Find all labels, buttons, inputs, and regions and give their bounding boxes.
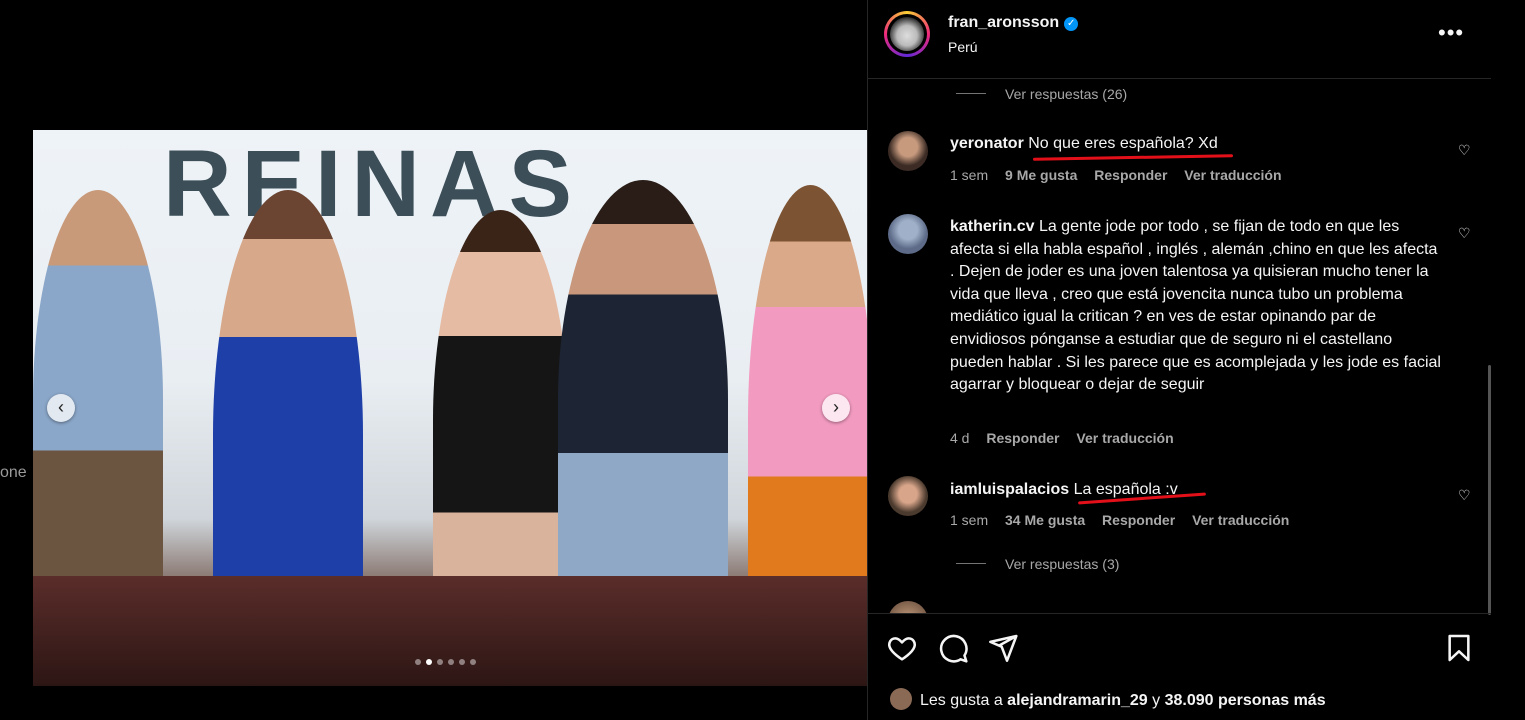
comment-likes[interactable]: 34 Me gusta <box>1005 512 1085 528</box>
view-replies-button[interactable]: Ver respuestas (26) <box>1005 86 1127 102</box>
comment-username[interactable]: yeronator <box>950 135 1024 152</box>
post-header: fran_aronsson ✓ Perú ••• <box>868 0 1491 79</box>
comment-text-row: katherin.cv La gente jode por todo , se … <box>950 216 1445 397</box>
carousel-dot[interactable] <box>459 659 465 665</box>
translate-button[interactable]: Ver traducción <box>1076 430 1173 446</box>
replies-divider <box>956 93 986 94</box>
post-panel: fran_aronsson ✓ Perú ••• Ver respuestas (… <box>867 0 1491 720</box>
author-avatar[interactable] <box>884 11 930 57</box>
comment-time[interactable]: 1 sem <box>950 512 988 528</box>
reply-button[interactable]: Responder <box>986 430 1059 446</box>
comment-likes[interactable]: 9 Me gusta <box>1005 167 1077 183</box>
post-actions-bar <box>868 613 1491 682</box>
comments-list[interactable]: Ver respuestas (26) yeronator No que ere… <box>868 79 1491 613</box>
comment-username[interactable]: katherin.cv <box>950 218 1034 235</box>
verified-badge-icon: ✓ <box>1064 17 1079 31</box>
comment-text: La gente jode por todo , se fijan de tod… <box>950 218 1441 394</box>
photo-person-4 <box>558 180 728 620</box>
carousel-dot[interactable] <box>437 659 443 665</box>
comment-like-heart-icon[interactable]: ♡ <box>1458 225 1471 242</box>
liker-username[interactable]: alejandramarin_29 <box>1007 692 1148 709</box>
comment-meta: 1 sem 9 Me gusta Responder Ver traducció… <box>950 167 1295 183</box>
comment-username[interactable]: iamluispalacios <box>950 481 1069 498</box>
comment-avatar[interactable] <box>888 214 928 254</box>
liker-avatar[interactable] <box>890 688 912 710</box>
carousel-dot[interactable] <box>426 659 432 665</box>
view-replies-button[interactable]: Ver respuestas (3) <box>1005 556 1119 572</box>
send-icon[interactable] <box>987 632 1019 664</box>
carousel-dot[interactable] <box>470 659 476 665</box>
comment-like-heart-icon[interactable]: ♡ <box>1458 142 1471 159</box>
comments-scrollbar[interactable] <box>1488 365 1491 615</box>
bookmark-icon[interactable] <box>1443 632 1475 664</box>
carousel-dot[interactable] <box>415 659 421 665</box>
backdrop-edge-text: one <box>0 464 27 481</box>
comment-avatar[interactable] <box>888 131 928 171</box>
comment-avatar[interactable] <box>888 476 928 516</box>
comment-icon[interactable] <box>937 632 969 664</box>
photo-floor <box>33 576 867 686</box>
carousel-dots <box>415 659 476 665</box>
comment-meta: 4 d Responder Ver traducción <box>950 430 1187 446</box>
likes-summary: Les gusta a alejandramarin_29 y 38.090 p… <box>890 688 1326 710</box>
author-username[interactable]: fran_aronsson <box>948 14 1059 31</box>
likes-prefix: Les gusta a <box>920 692 1008 709</box>
carousel-prev-button[interactable]: ‹ <box>47 394 75 422</box>
partial-comment-row <box>888 601 1488 613</box>
likes-middle: y <box>1147 692 1165 709</box>
author-username-row[interactable]: fran_aronsson ✓ <box>948 14 1079 32</box>
comment-text: No que eres española? Xd <box>1028 135 1218 152</box>
photo-person-3 <box>433 210 568 630</box>
replies-divider <box>956 563 986 564</box>
comment-text-row: yeronator No que eres española? Xd <box>950 133 1360 156</box>
post-location[interactable]: Perú <box>948 39 978 55</box>
carousel-next-button[interactable]: › <box>822 394 850 422</box>
comment-time[interactable]: 1 sem <box>950 167 988 183</box>
post-photo[interactable]: REINAS <box>33 130 867 686</box>
reply-button[interactable]: Responder <box>1102 512 1175 528</box>
comment-avatar[interactable] <box>888 601 928 613</box>
likes-count[interactable]: 38.090 personas más <box>1165 692 1326 709</box>
comment-meta: 1 sem 34 Me gusta Responder Ver traducci… <box>950 512 1302 528</box>
more-options-icon[interactable]: ••• <box>1438 20 1464 46</box>
comment-like-heart-icon[interactable]: ♡ <box>1458 487 1471 504</box>
carousel-dot[interactable] <box>448 659 454 665</box>
heart-icon[interactable] <box>886 632 918 664</box>
translate-button[interactable]: Ver traducción <box>1192 512 1289 528</box>
translate-button[interactable]: Ver traducción <box>1184 167 1281 183</box>
reply-button[interactable]: Responder <box>1094 167 1167 183</box>
comment-time[interactable]: 4 d <box>950 430 969 446</box>
